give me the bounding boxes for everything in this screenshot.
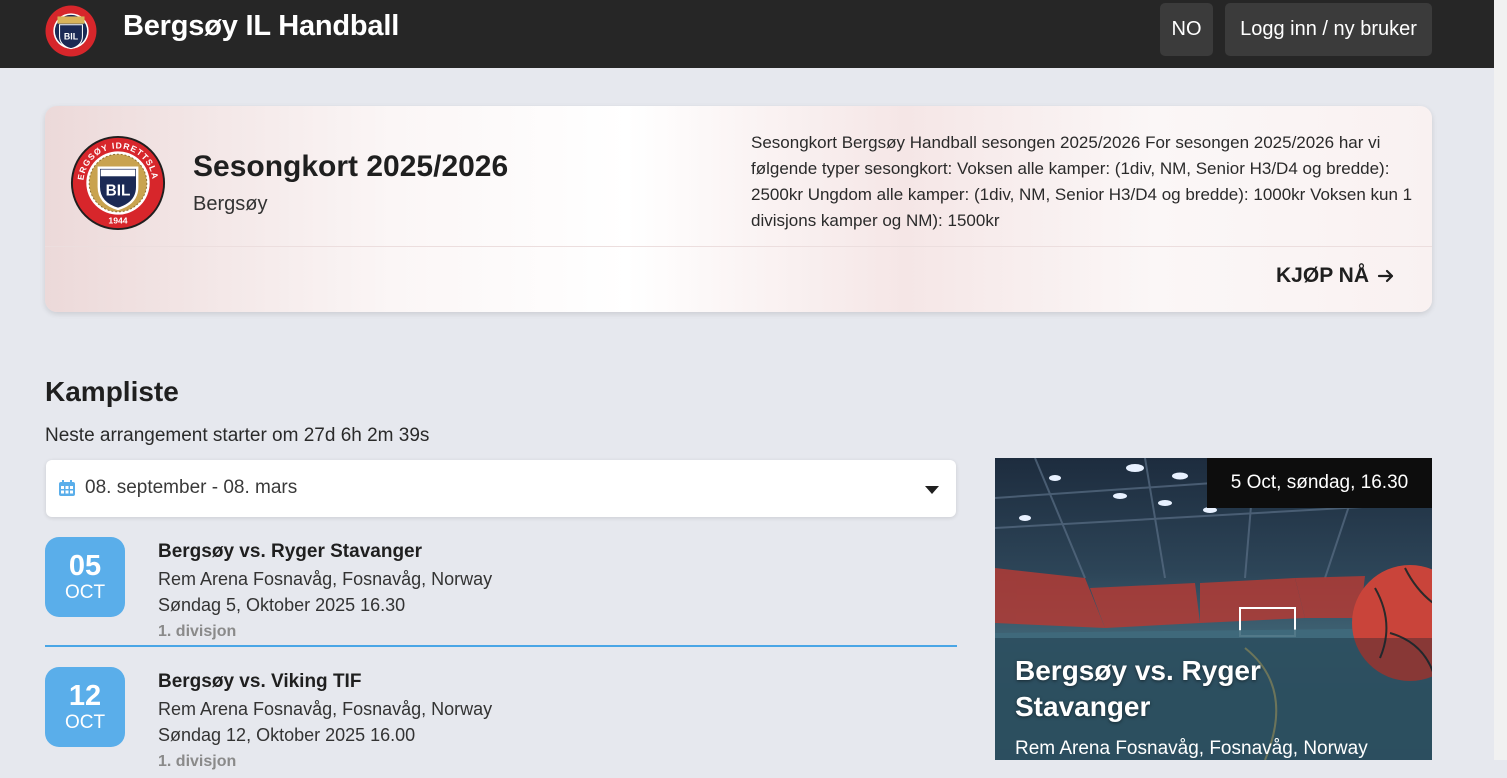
selected-match-indicator: [45, 645, 957, 647]
match-list-heading: Kampliste: [45, 376, 179, 407]
match-item[interactable]: 05 OCT Bergsøy vs. Ryger Stavanger Rem A…: [45, 537, 957, 648]
club-logo[interactable]: BIL: [45, 5, 97, 57]
svg-text:BIL: BIL: [64, 31, 79, 41]
date-range-value: 08. september - 08. mars: [85, 477, 298, 498]
season-card-title: Sesongkort 2025/2026: [193, 150, 509, 183]
scrollbar-track[interactable]: [1494, 0, 1507, 760]
match-venue: Rem Arena Fosnavåg, Fosnavåg, Norway: [158, 699, 493, 719]
match-league: 1. divisjon: [158, 753, 237, 770]
match-month: OCT: [64, 582, 106, 603]
chevron-down-icon: [925, 486, 939, 494]
match-day: 05: [68, 550, 102, 582]
featured-match-venue: Rem Arena Fosnavåg, Fosnavåg, Norway: [1015, 738, 1368, 759]
featured-match-title: Bergsøy vs. Ryger Stavanger: [1015, 655, 1261, 722]
match-day: 12: [68, 680, 102, 712]
language-button[interactable]: NO: [1160, 3, 1213, 56]
featured-date-tag: 5 Oct, søndag, 16.30: [1207, 458, 1432, 508]
match-datetime: Søndag 5, Oktober 2025 16.30: [158, 595, 406, 615]
svg-text:BIL: BIL: [106, 182, 131, 199]
buy-now-label: KJØP NÅ: [1276, 264, 1369, 287]
top-navigation-bar: BIL Bergsøy IL Handball NO Logg inn / ny…: [0, 0, 1507, 68]
match-teams: Bergsøy vs. Ryger Stavanger: [158, 541, 423, 562]
match-date-badge: 05 OCT: [45, 537, 125, 617]
season-card-subtitle: Bergsøy: [193, 193, 268, 215]
match-datetime: Søndag 12, Oktober 2025 16.00: [158, 725, 416, 745]
svg-text:1944: 1944: [108, 215, 127, 225]
date-range-dropdown[interactable]: 08. september - 08. mars: [46, 460, 956, 517]
match-month: OCT: [64, 712, 106, 733]
season-card-description: Sesongkort Bergsøy Handball sesongen 202…: [751, 133, 1413, 230]
match-teams: Bergsøy vs. Viking TIF: [158, 671, 362, 692]
buy-now-button[interactable]: KJØP NÅ: [1276, 264, 1395, 288]
login-button[interactable]: Logg inn / ny bruker: [1225, 3, 1432, 56]
match-league: 1. divisjon: [158, 623, 237, 640]
arrow-right-icon: [1377, 269, 1394, 283]
featured-match-card[interactable]: 5 Oct, søndag, 16.30 Bergsøy vs. Ryger S…: [995, 458, 1432, 760]
club-name[interactable]: Bergsøy IL Handball: [123, 10, 399, 43]
match-item[interactable]: 12 OCT Bergsøy vs. Viking TIF Rem Arena …: [45, 667, 957, 778]
match-date-badge: 12 OCT: [45, 667, 125, 747]
card-divider: [45, 246, 1432, 247]
calendar-icon: [59, 480, 75, 496]
next-event-countdown: Neste arrangement starter om 27d 6h 2m 3…: [45, 425, 430, 446]
season-ticket-card[interactable]: BIL BERGSØY IDRETTSLAG 1944 Sesongkort 2…: [45, 106, 1432, 312]
club-logo-large: BIL BERGSØY IDRETTSLAG 1944: [70, 135, 166, 231]
match-venue: Rem Arena Fosnavåg, Fosnavåg, Norway: [158, 569, 493, 589]
